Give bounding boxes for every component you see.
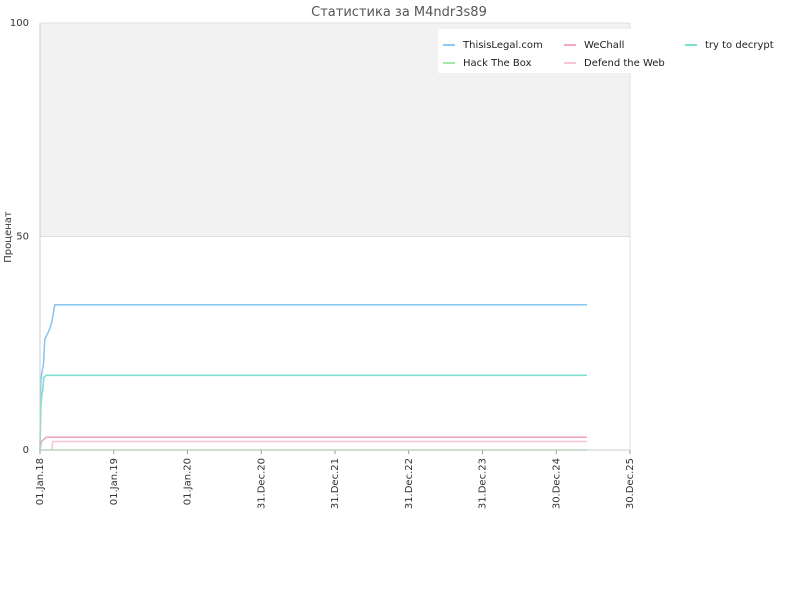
x-tick-label: 01.Jan.18 xyxy=(35,458,46,505)
series-line xyxy=(39,304,587,451)
series-line xyxy=(39,436,587,451)
y-axis-label: Проценат xyxy=(3,211,14,263)
chart-title: Статистика за M4ndr3s89 xyxy=(311,5,487,20)
legend-label: try to decrypt xyxy=(705,40,774,51)
x-tick-label: 31.Dec.23 xyxy=(478,458,489,509)
chart: Статистика за M4ndr3s89 0 50 100 01.Jan.18 0… xyxy=(3,5,780,509)
legend-label: Defend the Web xyxy=(584,58,665,69)
y-tick-label: 50 xyxy=(16,232,29,243)
series-line xyxy=(39,374,587,451)
x-tick-label: 01.Jan.20 xyxy=(183,458,194,505)
legend: ThisisLegal.com WeChall try to decrypt Hack… xyxy=(438,29,780,73)
x-tick-label: 30.Dec.25 xyxy=(625,458,636,509)
series-layer xyxy=(39,304,587,451)
x-tick-label: 31.Dec.21 xyxy=(330,458,341,509)
legend-label: Hack The Box xyxy=(463,58,532,69)
series-line xyxy=(51,440,587,451)
x-tick-label: 30.Dec.24 xyxy=(551,458,562,509)
y-tick-label: 100 xyxy=(10,18,29,29)
y-tick-label: 0 xyxy=(23,445,29,456)
x-tick-label: 31.Dec.20 xyxy=(256,458,267,509)
x-tick-label: 01.Jan.19 xyxy=(109,458,120,505)
legend-label: WeChall xyxy=(584,40,624,51)
x-tick-label: 31.Dec.22 xyxy=(404,458,415,509)
legend-label: ThisisLegal.com xyxy=(462,40,543,51)
